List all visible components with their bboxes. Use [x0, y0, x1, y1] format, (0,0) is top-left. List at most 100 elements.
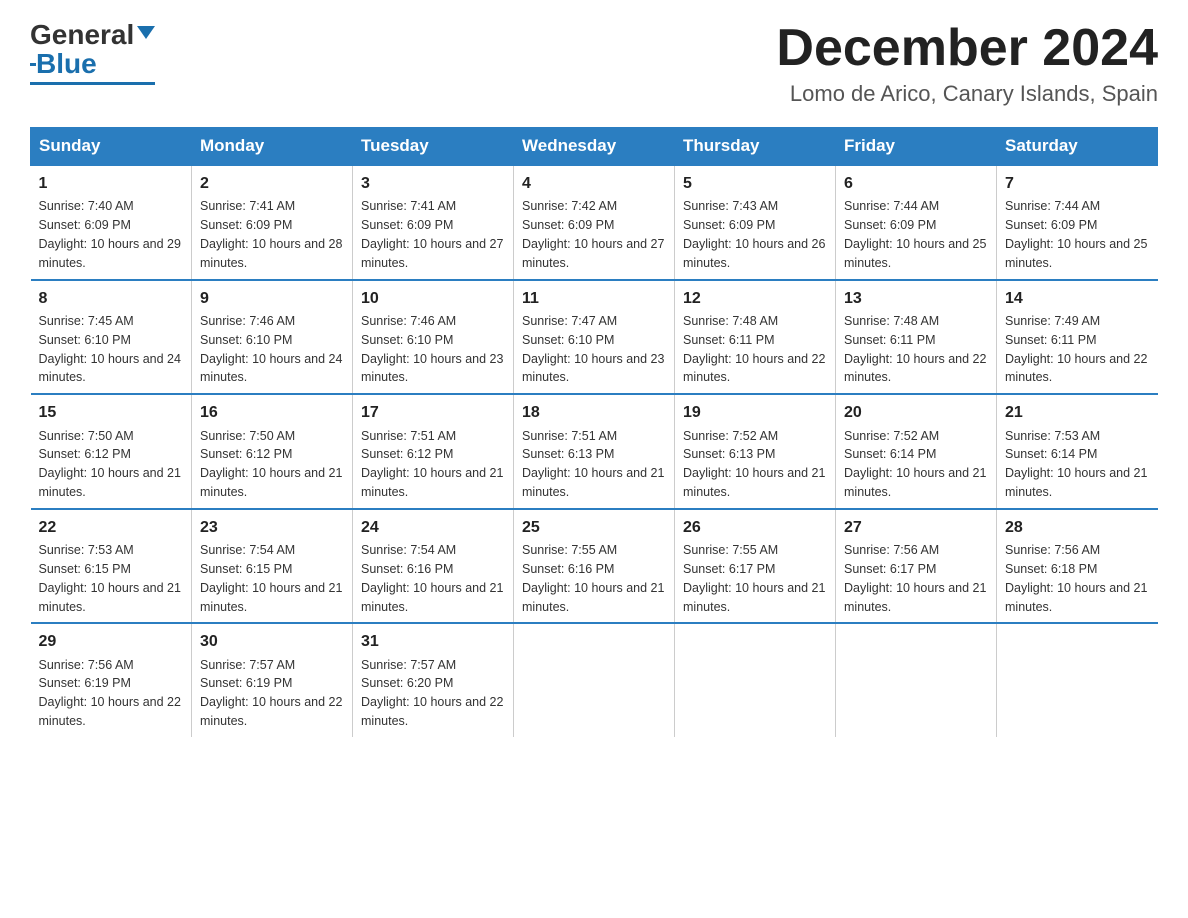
day-info: Sunrise: 7:41 AMSunset: 6:09 PMDaylight:…: [361, 199, 503, 270]
logo-underline: [30, 82, 155, 85]
header-cell-thursday: Thursday: [675, 128, 836, 166]
calendar-cell: 19 Sunrise: 7:52 AMSunset: 6:13 PMDayligh…: [675, 394, 836, 509]
header-cell-tuesday: Tuesday: [353, 128, 514, 166]
day-number: 31: [361, 630, 505, 653]
day-number: 6: [844, 172, 988, 195]
day-number: 29: [39, 630, 184, 653]
day-number: 30: [200, 630, 344, 653]
day-number: 27: [844, 516, 988, 539]
day-number: 26: [683, 516, 827, 539]
calendar-cell: 1 Sunrise: 7:40 AMSunset: 6:09 PMDaylight…: [31, 165, 192, 280]
day-number: 28: [1005, 516, 1150, 539]
calendar-cell: 25 Sunrise: 7:55 AMSunset: 6:16 PMDayligh…: [514, 509, 675, 624]
calendar-cell: 9Sunrise: 7:46 AMSunset: 6:10 PMDaylight…: [192, 280, 353, 395]
calendar-cell: 16Sunrise: 7:50 AMSunset: 6:12 PMDayligh…: [192, 394, 353, 509]
day-info: Sunrise: 7:52 AMSunset: 6:14 PMDaylight:…: [844, 429, 986, 500]
day-number: 22: [39, 516, 184, 539]
calendar-cell: 20 Sunrise: 7:52 AMSunset: 6:14 PMDayligh…: [836, 394, 997, 509]
calendar-cell: 29 Sunrise: 7:56 AMSunset: 6:19 PMDayligh…: [31, 623, 192, 737]
calendar-cell: 22Sunrise: 7:53 AMSunset: 6:15 PMDayligh…: [31, 509, 192, 624]
calendar-cell: 28Sunrise: 7:56 AMSunset: 6:18 PMDayligh…: [997, 509, 1158, 624]
day-info: Sunrise: 7:42 AMSunset: 6:09 PMDaylight:…: [522, 199, 664, 270]
location: Lomo de Arico, Canary Islands, Spain: [776, 81, 1158, 107]
day-info: Sunrise: 7:43 AMSunset: 6:09 PMDaylight:…: [683, 199, 825, 270]
calendar-cell: 7Sunrise: 7:44 AMSunset: 6:09 PMDaylight…: [997, 165, 1158, 280]
calendar-cell: 31 Sunrise: 7:57 AMSunset: 6:20 PMDayligh…: [353, 623, 514, 737]
day-info: Sunrise: 7:55 AMSunset: 6:17 PMDaylight:…: [683, 543, 825, 614]
header-cell-saturday: Saturday: [997, 128, 1158, 166]
day-number: 13: [844, 287, 988, 310]
day-number: 18: [522, 401, 666, 424]
day-number: 14: [1005, 287, 1150, 310]
calendar-cell: 21 Sunrise: 7:53 AMSunset: 6:14 PMDayligh…: [997, 394, 1158, 509]
day-info: Sunrise: 7:49 AMSunset: 6:11 PMDaylight:…: [1005, 314, 1147, 385]
day-info: Sunrise: 7:55 AMSunset: 6:16 PMDaylight:…: [522, 543, 664, 614]
day-number: 12: [683, 287, 827, 310]
calendar-header: SundayMondayTuesdayWednesdayThursdayFrid…: [31, 128, 1158, 166]
day-number: 8: [39, 287, 184, 310]
calendar-cell: 6 Sunrise: 7:44 AMSunset: 6:09 PMDaylight…: [836, 165, 997, 280]
day-number: 21: [1005, 401, 1150, 424]
title-block: December 2024 Lomo de Arico, Canary Isla…: [776, 20, 1158, 107]
day-info: Sunrise: 7:44 AMSunset: 6:09 PMDaylight:…: [844, 199, 986, 270]
day-number: 19: [683, 401, 827, 424]
calendar-table: SundayMondayTuesdayWednesdayThursdayFrid…: [30, 127, 1158, 737]
day-info: Sunrise: 7:45 AMSunset: 6:10 PMDaylight:…: [39, 314, 181, 385]
day-info: Sunrise: 7:48 AMSunset: 6:11 PMDaylight:…: [683, 314, 825, 385]
calendar-week-4: 22Sunrise: 7:53 AMSunset: 6:15 PMDayligh…: [31, 509, 1158, 624]
day-info: Sunrise: 7:47 AMSunset: 6:10 PMDaylight:…: [522, 314, 664, 385]
day-number: 20: [844, 401, 988, 424]
calendar-cell: 12 Sunrise: 7:48 AMSunset: 6:11 PMDayligh…: [675, 280, 836, 395]
day-info: Sunrise: 7:54 AMSunset: 6:16 PMDaylight:…: [361, 543, 503, 614]
day-info: Sunrise: 7:41 AMSunset: 6:09 PMDaylight:…: [200, 199, 342, 270]
day-number: 11: [522, 287, 666, 310]
calendar-cell: [514, 623, 675, 737]
page-header: General Blue December 2024 Lomo de Arico…: [30, 20, 1158, 107]
calendar-cell: 15Sunrise: 7:50 AMSunset: 6:12 PMDayligh…: [31, 394, 192, 509]
calendar-cell: 23Sunrise: 7:54 AMSunset: 6:15 PMDayligh…: [192, 509, 353, 624]
day-number: 10: [361, 287, 505, 310]
day-number: 1: [39, 172, 184, 195]
calendar-cell: [836, 623, 997, 737]
calendar-week-5: 29 Sunrise: 7:56 AMSunset: 6:19 PMDayligh…: [31, 623, 1158, 737]
day-number: 17: [361, 401, 505, 424]
calendar-cell: 17 Sunrise: 7:51 AMSunset: 6:12 PMDayligh…: [353, 394, 514, 509]
calendar-cell: 2 Sunrise: 7:41 AMSunset: 6:09 PMDaylight…: [192, 165, 353, 280]
day-number: 23: [200, 516, 344, 539]
day-info: Sunrise: 7:40 AMSunset: 6:09 PMDaylight:…: [39, 199, 181, 270]
header-cell-sunday: Sunday: [31, 128, 192, 166]
day-info: Sunrise: 7:50 AMSunset: 6:12 PMDaylight:…: [200, 429, 342, 500]
calendar-cell: 5 Sunrise: 7:43 AMSunset: 6:09 PMDaylight…: [675, 165, 836, 280]
day-number: 2: [200, 172, 344, 195]
logo-blue: Blue: [36, 49, 97, 80]
month-title: December 2024: [776, 20, 1158, 77]
day-info: Sunrise: 7:52 AMSunset: 6:13 PMDaylight:…: [683, 429, 825, 500]
day-number: 3: [361, 172, 505, 195]
day-number: 5: [683, 172, 827, 195]
day-info: Sunrise: 7:53 AMSunset: 6:14 PMDaylight:…: [1005, 429, 1147, 500]
calendar-cell: 8 Sunrise: 7:45 AMSunset: 6:10 PMDaylight…: [31, 280, 192, 395]
day-info: Sunrise: 7:50 AMSunset: 6:12 PMDaylight:…: [39, 429, 181, 500]
calendar-body: 1 Sunrise: 7:40 AMSunset: 6:09 PMDaylight…: [31, 165, 1158, 737]
day-info: Sunrise: 7:51 AMSunset: 6:13 PMDaylight:…: [522, 429, 664, 500]
header-cell-friday: Friday: [836, 128, 997, 166]
day-number: 25: [522, 516, 666, 539]
calendar-cell: 24 Sunrise: 7:54 AMSunset: 6:16 PMDayligh…: [353, 509, 514, 624]
calendar-cell: 10 Sunrise: 7:46 AMSunset: 6:10 PMDayligh…: [353, 280, 514, 395]
calendar-week-2: 8 Sunrise: 7:45 AMSunset: 6:10 PMDaylight…: [31, 280, 1158, 395]
calendar-cell: 4Sunrise: 7:42 AMSunset: 6:09 PMDaylight…: [514, 165, 675, 280]
day-info: Sunrise: 7:57 AMSunset: 6:19 PMDaylight:…: [200, 658, 342, 729]
calendar-cell: 13Sunrise: 7:48 AMSunset: 6:11 PMDayligh…: [836, 280, 997, 395]
header-cell-wednesday: Wednesday: [514, 128, 675, 166]
day-info: Sunrise: 7:51 AMSunset: 6:12 PMDaylight:…: [361, 429, 503, 500]
day-info: Sunrise: 7:57 AMSunset: 6:20 PMDaylight:…: [361, 658, 503, 729]
day-info: Sunrise: 7:46 AMSunset: 6:10 PMDaylight:…: [361, 314, 503, 385]
header-row: SundayMondayTuesdayWednesdayThursdayFrid…: [31, 128, 1158, 166]
day-info: Sunrise: 7:56 AMSunset: 6:19 PMDaylight:…: [39, 658, 181, 729]
day-number: 24: [361, 516, 505, 539]
calendar-cell: 11 Sunrise: 7:47 AMSunset: 6:10 PMDayligh…: [514, 280, 675, 395]
day-info: Sunrise: 7:46 AMSunset: 6:10 PMDaylight:…: [200, 314, 342, 385]
day-number: 7: [1005, 172, 1150, 195]
calendar-week-1: 1 Sunrise: 7:40 AMSunset: 6:09 PMDaylight…: [31, 165, 1158, 280]
day-info: Sunrise: 7:56 AMSunset: 6:17 PMDaylight:…: [844, 543, 986, 614]
